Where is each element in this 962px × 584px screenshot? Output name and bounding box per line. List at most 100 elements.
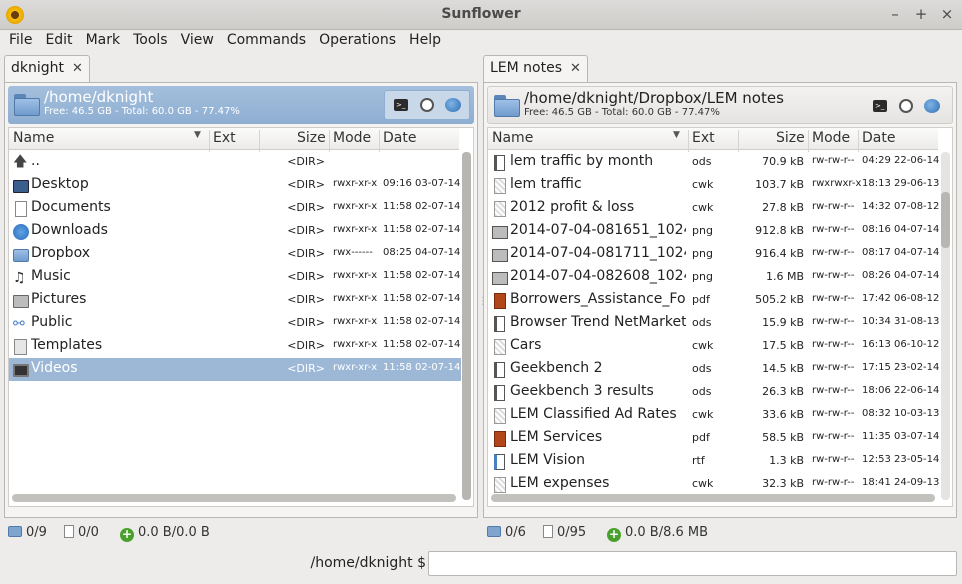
path-buttons: >_ <box>864 91 948 121</box>
file-date: 18:06 22-06-14 <box>862 385 940 396</box>
dir-count: 0/9 <box>8 525 47 540</box>
terminal-icon: >_ <box>873 100 887 112</box>
video-icon <box>13 364 29 377</box>
file-date: 11:58 02-07-14 <box>383 316 461 327</box>
bookmarks-button[interactable] <box>441 93 465 117</box>
close-tab-icon[interactable]: ✕ <box>570 61 581 76</box>
file-mode: rw-rw-r-- <box>812 362 855 373</box>
sort-arrow-icon[interactable]: ▼ <box>673 130 680 140</box>
image-icon <box>492 272 508 285</box>
horizontal-scrollbar[interactable] <box>12 494 456 502</box>
col-mode[interactable]: Mode <box>333 130 371 146</box>
col-ext[interactable]: Ext <box>213 130 236 146</box>
bookmarks-button[interactable] <box>920 94 944 118</box>
menu-commands[interactable]: Commands <box>227 30 318 54</box>
file-row[interactable]: LEM expenses cwk 32.3 kB rw-rw-r-- 18:41 24-… <box>488 473 940 496</box>
file-size: 58.5 kB <box>762 431 804 444</box>
vertical-scrollbar[interactable] <box>941 152 950 500</box>
file-row[interactable]: 2012 profit & loss cwk 27.8 kB rw-rw-r-- 14:… <box>488 197 940 220</box>
file-mode: rwxr-xr-x <box>333 293 378 304</box>
file-row[interactable]: Geekbench 2 ods 14.5 kB rw-rw-r-- 17:15 23-0… <box>488 358 940 381</box>
command-input[interactable] <box>428 551 957 576</box>
menu-file[interactable]: File <box>9 30 44 54</box>
file-row[interactable]: Browser Trend NetMarketShare ods 15.9 kB rw… <box>488 312 940 335</box>
history-button[interactable] <box>415 93 439 117</box>
plus-icon: + <box>120 527 134 542</box>
file-row[interactable]: LEM Services pdf 58.5 kB rw-rw-r-- 11:35 03-… <box>488 427 940 450</box>
close-tab-icon[interactable]: ✕ <box>72 61 83 76</box>
left-file-list[interactable]: Name ▼ Ext Size Mode Date 🡅.. <DIR> Deskto… <box>8 127 474 507</box>
file-ext: cwk <box>692 339 714 352</box>
file-row[interactable]: LEM Vision rtf 1.3 kB rw-rw-r-- 12:53 23-05-… <box>488 450 940 473</box>
col-size[interactable]: Size <box>776 130 805 146</box>
menu-operations[interactable]: Operations <box>319 30 408 54</box>
col-size[interactable]: Size <box>297 130 326 146</box>
horizontal-scrollbar[interactable] <box>491 494 935 502</box>
pdf-icon <box>494 293 506 309</box>
col-name[interactable]: Name <box>492 130 533 146</box>
terminal-button[interactable]: >_ <box>868 94 892 118</box>
terminal-button[interactable]: >_ <box>389 93 413 117</box>
file-row[interactable]: 2014-07-04-081651_1024x768 png 912.8 kB rw-… <box>488 220 940 243</box>
image-icon <box>492 226 508 239</box>
file-name: Templates <box>31 337 103 353</box>
tab-lem-notes[interactable]: LEM notes ✕ <box>483 55 588 83</box>
file-size: <DIR> <box>287 362 325 375</box>
col-date[interactable]: Date <box>862 130 895 146</box>
sort-arrow-icon[interactable]: ▼ <box>194 130 201 140</box>
file-row[interactable]: Dropbox <DIR> rwx------ 08:25 04-07-14 <box>9 243 461 266</box>
col-date[interactable]: Date <box>383 130 416 146</box>
window-title: Sunflower <box>441 6 521 22</box>
file-row[interactable]: Downloads <DIR> rwxr-xr-x 11:58 02-07-14 <box>9 220 461 243</box>
menu-view[interactable]: View <box>181 30 226 54</box>
menu-help[interactable]: Help <box>409 30 453 54</box>
file-size: 103.7 kB <box>755 178 804 191</box>
menu-tools[interactable]: Tools <box>133 30 180 54</box>
menu-edit[interactable]: Edit <box>45 30 84 54</box>
file-size: 26.3 kB <box>762 385 804 398</box>
col-mode[interactable]: Mode <box>812 130 850 146</box>
file-row[interactable]: Geekbench 3 results ods 26.3 kB rw-rw-r-- 18… <box>488 381 940 404</box>
file-name: Music <box>31 268 71 284</box>
file-size: <DIR> <box>287 293 325 306</box>
file-name: Videos <box>31 360 78 376</box>
file-row[interactable]: lem traffic by month ods 70.9 kB rw-rw-r-- 0… <box>488 151 940 174</box>
file-date: 18:41 24-09-13 <box>862 477 940 488</box>
maximize-icon[interactable]: + <box>914 5 928 23</box>
left-path-bar[interactable]: /home/dknight Free: 46.5 GB - Total: 60.… <box>8 86 474 124</box>
right-path-bar[interactable]: /home/dknight/Dropbox/LEM notes Free: 46… <box>487 86 953 124</box>
tab-dknight[interactable]: dknight ✕ <box>4 55 90 83</box>
file-row[interactable]: Documents <DIR> rwxr-xr-x 11:58 02-07-14 <box>9 197 461 220</box>
selected-size: +0.0 B/0.0 B <box>120 525 210 542</box>
app-window: Sunflower – + × File Edit Mark Tools Vie… <box>0 0 962 584</box>
file-row[interactable]: 🡅.. <DIR> <box>9 151 461 174</box>
file-row[interactable]: 2014-07-04-082608_1024x768 png 1.6 MB rw-rw… <box>488 266 940 289</box>
file-row[interactable]: Templates <DIR> rwxr-xr-x 11:58 02-07-14 <box>9 335 461 358</box>
scroll-thumb[interactable] <box>462 152 471 500</box>
file-row[interactable]: LEM Classified Ad Rates cwk 33.6 kB rw-rw-r… <box>488 404 940 427</box>
file-row[interactable]: lem traffic cwk 103.7 kB rwxrwxr-x 18:13 29-… <box>488 174 940 197</box>
scroll-thumb[interactable] <box>941 192 950 248</box>
current-path[interactable]: /home/dknight <box>44 88 153 106</box>
history-button[interactable] <box>894 94 918 118</box>
file-row[interactable]: 2014-07-04-081711_1024x768 png 916.4 kB rw-… <box>488 243 940 266</box>
file-row[interactable]: Desktop <DIR> rwxr-xr-x 09:16 03-07-14 <box>9 174 461 197</box>
file-date: 18:13 29-06-13 <box>862 178 940 189</box>
file-row[interactable]: Pictures <DIR> rwxr-xr-x 11:58 02-07-14 <box>9 289 461 312</box>
file-size: <DIR> <box>287 316 325 329</box>
current-path[interactable]: /home/dknight/Dropbox/LEM notes <box>524 89 784 107</box>
col-name[interactable]: Name <box>13 130 54 146</box>
file-row[interactable]: Cars cwk 17.5 kB rw-rw-r-- 16:13 06-10-12 <box>488 335 940 358</box>
file-row[interactable]: ⚯ Public <DIR> rwxr-xr-x 11:58 02-07-14 <box>9 312 461 335</box>
right-file-list[interactable]: Name ▼ Ext Size Mode Date lem traffic by… <box>487 127 953 507</box>
minimize-icon[interactable]: – <box>888 5 902 23</box>
folder-icon <box>14 94 40 116</box>
close-icon[interactable]: × <box>940 5 954 23</box>
col-ext[interactable]: Ext <box>692 130 715 146</box>
file-row[interactable]: Videos <DIR> rwxr-xr-x 11:58 02-07-14 <box>9 358 461 381</box>
menu-mark[interactable]: Mark <box>86 30 133 54</box>
file-row[interactable]: ♫ Music <DIR> rwxr-xr-x 11:58 02-07-14 <box>9 266 461 289</box>
vertical-scrollbar[interactable] <box>462 152 471 500</box>
file-row[interactable]: Borrowers_Assistance_Form pdf 505.2 kB rw-r… <box>488 289 940 312</box>
file-date: 11:58 02-07-14 <box>383 339 461 350</box>
